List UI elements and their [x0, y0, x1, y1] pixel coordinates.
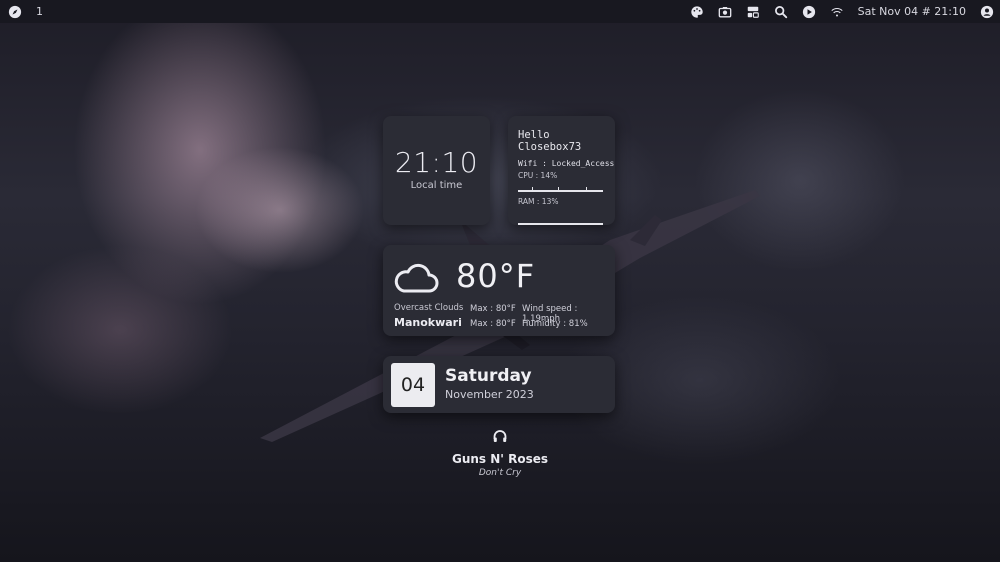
weather-widget: 80°F Overcast Clouds Manokwari Max : 80°… — [383, 245, 615, 336]
ram-bar — [518, 223, 603, 225]
date-widget: 04 Saturday November 2023 — [383, 356, 615, 413]
palette-icon[interactable] — [690, 5, 704, 19]
camera-icon[interactable] — [718, 5, 732, 19]
time-widget: 21:10 Local time — [383, 116, 490, 225]
weather-condition: Overcast Clouds — [394, 303, 464, 313]
top-bar: 1 Sat Nov 04 # 21:10 — [0, 0, 1000, 23]
weekday: Saturday — [445, 366, 532, 386]
wifi-icon[interactable] — [830, 5, 844, 19]
music-title: Don't Cry — [478, 468, 522, 478]
system-widget: Hello Closebox73 Wifi : Locked_Access CP… — [508, 116, 615, 225]
cloud-icon — [394, 263, 439, 293]
max-temp-1: Max : 80°F — [470, 304, 516, 314]
weather-city: Manokwari — [394, 316, 462, 329]
cpu-label: CPU : 14% — [518, 171, 558, 180]
user-icon[interactable] — [980, 5, 994, 19]
month-year: November 2023 — [445, 388, 534, 401]
compass-icon[interactable] — [8, 5, 22, 19]
music-artist: Guns N' Roses — [451, 452, 549, 466]
humidity: Humidity : 81% — [522, 319, 588, 329]
cpu-graph — [518, 187, 603, 192]
local-time-label: Local time — [410, 180, 463, 191]
temperature: 80°F — [456, 257, 536, 295]
play-icon[interactable] — [802, 5, 816, 19]
wifi-status: Wifi : Locked_Access — [518, 159, 615, 168]
local-time: 21:10 — [394, 146, 479, 179]
max-temp-2: Max : 80°F — [470, 319, 516, 329]
workspace-indicator[interactable]: 1 — [36, 5, 43, 18]
greeting: Hello Closebox73 — [518, 129, 582, 153]
search-icon[interactable] — [774, 5, 788, 19]
layout-icon[interactable] — [746, 5, 760, 19]
music-widget: Guns N' Roses Don't Cry — [400, 428, 600, 478]
ram-label: RAM : 13% — [518, 197, 559, 206]
topbar-datetime[interactable]: Sat Nov 04 # 21:10 — [858, 5, 966, 18]
headphones-icon — [493, 430, 507, 442]
day-number: 04 — [391, 363, 435, 407]
